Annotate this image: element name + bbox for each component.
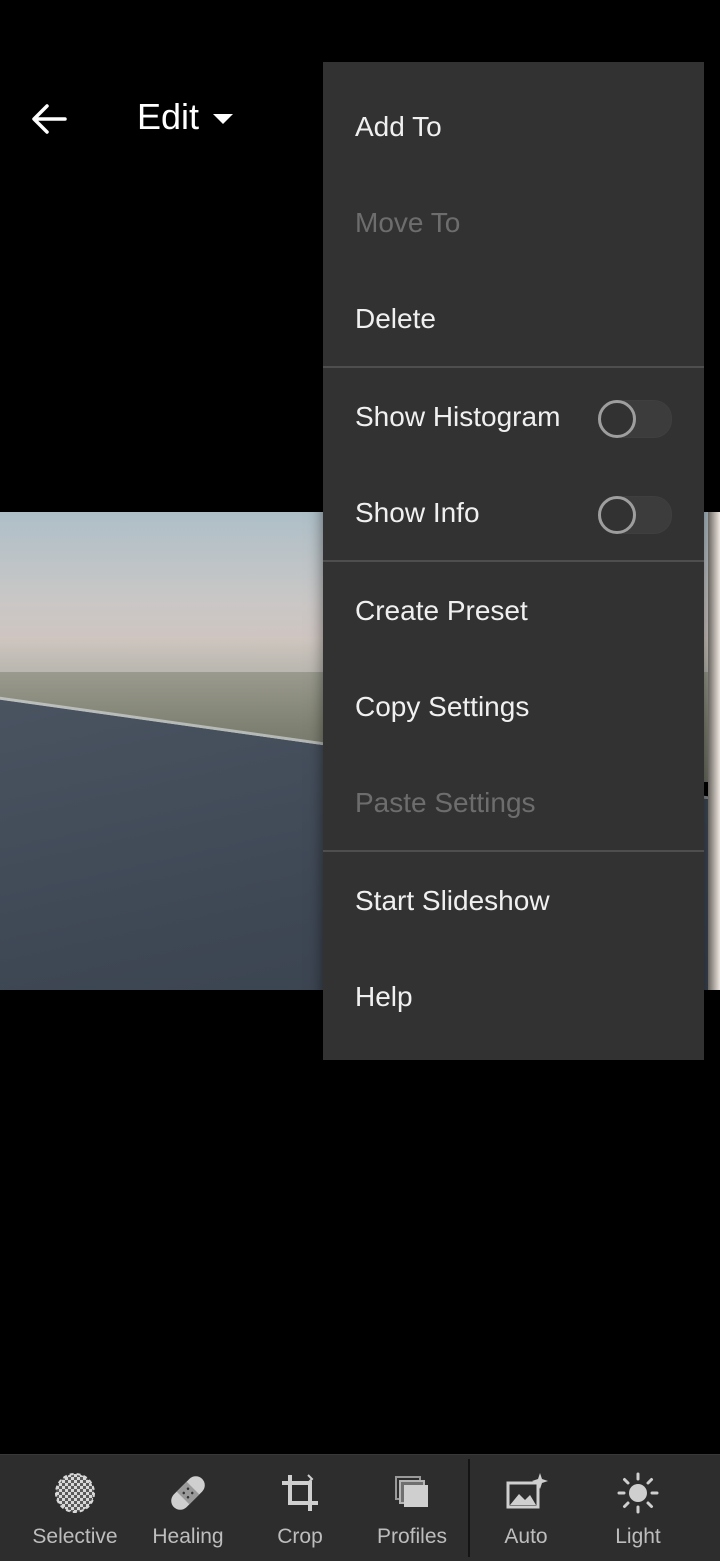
tool-selective[interactable]: Selective — [20, 1455, 130, 1561]
menu-item-label: Add To — [355, 111, 442, 142]
auto-icon — [506, 1473, 548, 1509]
back-button[interactable] — [22, 92, 76, 146]
menu-item-label: Create Preset — [355, 595, 528, 626]
sun-icon — [617, 1472, 659, 1514]
menu-item-start-slideshow[interactable]: Start Slideshow — [323, 853, 704, 949]
menu-item-label: Move To — [355, 207, 461, 238]
crop-icon — [282, 1474, 318, 1511]
menu-item-add-to[interactable]: Add To — [323, 79, 704, 175]
tool-label: Healing — [152, 1525, 224, 1548]
menu-item-label: Copy Settings — [355, 691, 530, 722]
bandage-icon — [171, 1476, 205, 1510]
menu-item-copy-settings[interactable]: Copy Settings — [323, 659, 704, 755]
tool-label: Light — [615, 1525, 661, 1548]
menu-divider — [323, 366, 704, 368]
menu-item-paste-settings: Paste Settings — [323, 755, 704, 851]
menu-divider — [323, 560, 704, 562]
menu-item-label: Delete — [355, 303, 436, 334]
mode-dropdown[interactable]: Edit — [137, 96, 234, 138]
menu-item-help[interactable]: Help — [323, 949, 704, 1045]
menu-item-create-preset[interactable]: Create Preset — [323, 563, 704, 659]
menu-item-label: Show Info — [355, 497, 480, 528]
menu-item-label: Paste Settings — [355, 787, 536, 818]
menu-item-label: Start Slideshow — [355, 885, 550, 916]
menu-item-label: Help — [355, 981, 413, 1012]
tool-label: Profiles — [376, 1525, 448, 1548]
tool-healing[interactable]: Healing — [133, 1455, 243, 1561]
toggle-knob — [598, 496, 636, 534]
tool-profiles[interactable]: Profiles — [357, 1455, 467, 1561]
toggle-knob — [598, 400, 636, 438]
menu-divider — [323, 850, 704, 852]
menu-item-show-info[interactable]: Show Info — [323, 465, 704, 561]
tool-label: Crop — [277, 1525, 323, 1548]
page-title: Edit — [137, 96, 200, 137]
tool-auto[interactable]: Auto — [471, 1455, 581, 1561]
profiles-icon — [395, 1476, 428, 1507]
tool-crop[interactable]: Crop — [245, 1455, 355, 1561]
show-histogram-toggle[interactable] — [598, 400, 672, 438]
tool-label: Auto — [504, 1525, 548, 1548]
caret-down-icon — [213, 114, 234, 124]
menu-item-label: Show Histogram — [355, 401, 561, 432]
menu-item-delete[interactable]: Delete — [323, 271, 704, 367]
toolbar-divider — [468, 1459, 470, 1557]
selective-icon — [55, 1473, 95, 1513]
arrow-left-icon — [32, 104, 67, 134]
menu-item-show-histogram[interactable]: Show Histogram — [323, 369, 704, 465]
tool-label: Selective — [32, 1525, 118, 1548]
show-info-toggle[interactable] — [598, 496, 672, 534]
bottom-toolbar: Selective Healing Crop Profiles Auto Lig… — [0, 1454, 720, 1561]
tool-light[interactable]: Light — [583, 1455, 693, 1561]
menu-item-move-to: Move To — [323, 175, 704, 271]
overflow-menu: Add To Move To Delete Show Histogram Sho… — [323, 62, 704, 1060]
